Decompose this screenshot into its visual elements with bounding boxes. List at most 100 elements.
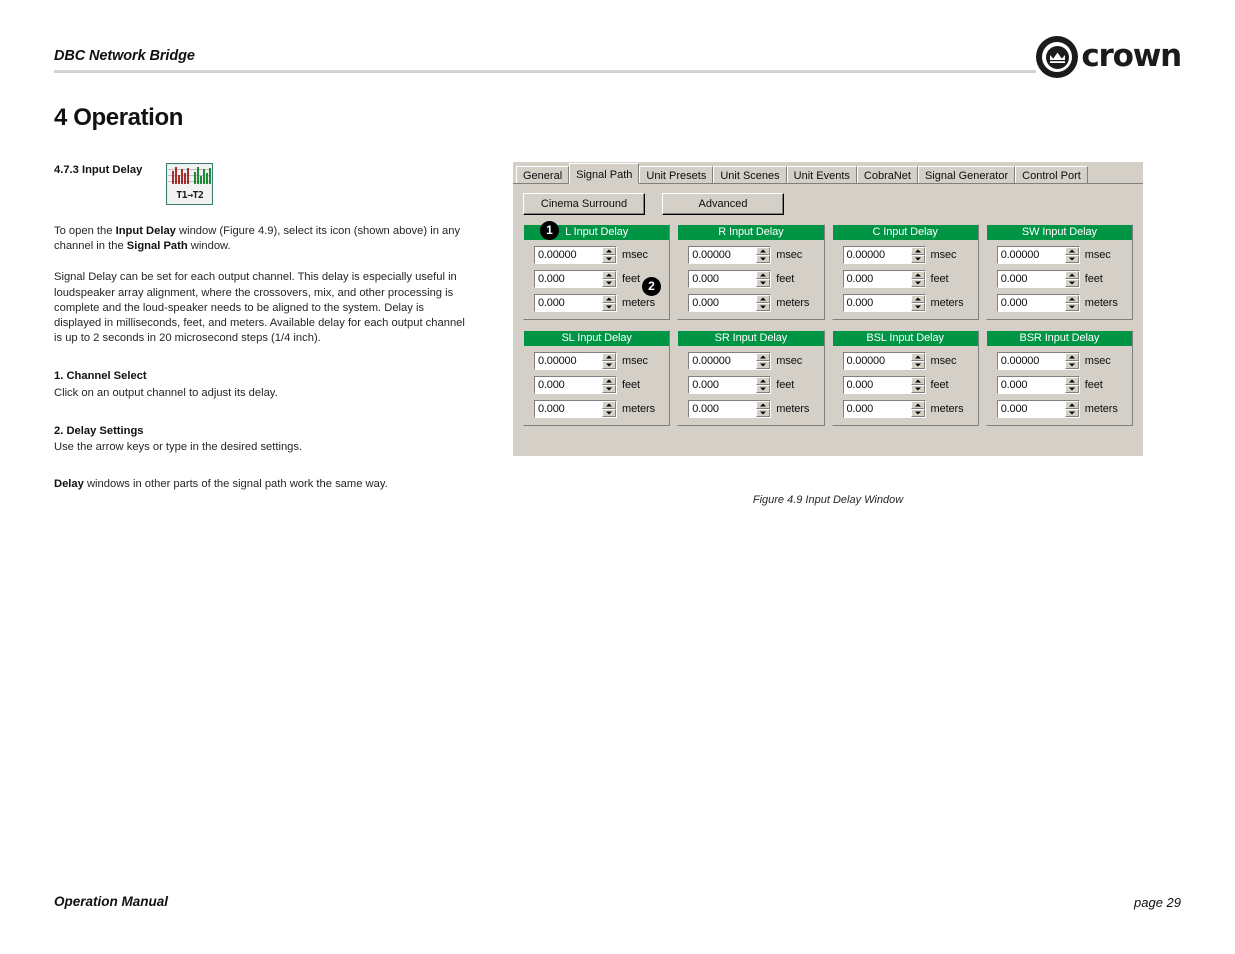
tab-control-port[interactable]: Control Port bbox=[1015, 166, 1088, 183]
delay-input-feet[interactable]: 0.000 bbox=[535, 271, 602, 287]
spinner-down-arrow-icon[interactable] bbox=[756, 303, 771, 311]
delay-input-msec[interactable]: 0.00000 bbox=[843, 353, 911, 369]
spinner-up-arrow-icon[interactable] bbox=[602, 377, 616, 385]
spinner-down-arrow-icon[interactable] bbox=[910, 409, 925, 417]
spinner-meters[interactable]: 0.000 bbox=[842, 294, 926, 312]
spinner-up-arrow-icon[interactable] bbox=[910, 401, 925, 409]
spinner-down-arrow-icon[interactable] bbox=[756, 361, 771, 369]
cinema-surround-button[interactable]: Cinema Surround bbox=[523, 193, 645, 215]
delay-input-feet[interactable]: 0.000 bbox=[843, 377, 911, 393]
spinner-up-arrow-icon[interactable] bbox=[602, 353, 616, 361]
delay-input-meters[interactable]: 0.000 bbox=[689, 401, 757, 417]
channel-header-r-input-delay[interactable]: R Input Delay bbox=[678, 225, 824, 240]
channel-panel-sl-input-delay[interactable]: SL Input Delay 0.00000 msec 0.000 feet 0.000 m… bbox=[523, 330, 671, 426]
channel-panel-r-input-delay[interactable]: R Input Delay 0.00000 msec 0.000 feet 0.000 me… bbox=[677, 224, 825, 320]
spinner-down-arrow-icon[interactable] bbox=[910, 303, 925, 311]
spinner-down-arrow-icon[interactable] bbox=[602, 279, 616, 287]
spinner-meters[interactable]: 0.000 bbox=[534, 294, 617, 312]
delay-input-meters[interactable]: 0.000 bbox=[997, 295, 1065, 311]
spinner-up-arrow-icon[interactable] bbox=[756, 401, 771, 409]
spinner-up-arrow-icon[interactable] bbox=[1064, 271, 1079, 279]
tab-unit-scenes[interactable]: Unit Scenes bbox=[713, 166, 787, 183]
delay-input-meters[interactable]: 0.000 bbox=[843, 295, 911, 311]
spinner-msec[interactable]: 0.00000 bbox=[688, 352, 772, 370]
spinner-down-arrow-icon[interactable] bbox=[1064, 361, 1079, 369]
spinner-up-arrow-icon[interactable] bbox=[756, 295, 771, 303]
delay-input-msec[interactable]: 0.00000 bbox=[689, 353, 757, 369]
spinner-feet[interactable]: 0.000 bbox=[842, 270, 926, 288]
channel-panel-bsl-input-delay[interactable]: BSL Input Delay 0.00000 msec 0.000 feet 0.000… bbox=[831, 330, 979, 426]
tab-cobranet[interactable]: CobraNet bbox=[856, 166, 918, 183]
spinner-feet[interactable]: 0.000 bbox=[842, 376, 926, 394]
delay-input-feet[interactable]: 0.000 bbox=[997, 271, 1065, 287]
spinner-up-arrow-icon[interactable] bbox=[1064, 295, 1079, 303]
tab-unit-events[interactable]: Unit Events bbox=[786, 166, 857, 183]
spinner-feet[interactable]: 0.000 bbox=[688, 376, 772, 394]
spinner-up-arrow-icon[interactable] bbox=[1064, 377, 1079, 385]
spinner-up-arrow-icon[interactable] bbox=[910, 271, 925, 279]
channel-panel-sw-input-delay[interactable]: SW Input Delay 0.00000 msec 0.000 feet 0.000 m… bbox=[985, 224, 1133, 320]
spinner-down-arrow-icon[interactable] bbox=[1064, 279, 1079, 287]
spinner-down-arrow-icon[interactable] bbox=[756, 279, 771, 287]
advanced-button[interactable]: Advanced bbox=[662, 193, 784, 215]
spinner-down-arrow-icon[interactable] bbox=[602, 409, 616, 417]
spinner-meters[interactable]: 0.000 bbox=[688, 294, 772, 312]
spinner-down-arrow-icon[interactable] bbox=[1064, 255, 1079, 263]
spinner-up-arrow-icon[interactable] bbox=[1064, 401, 1079, 409]
spinner-up-arrow-icon[interactable] bbox=[756, 247, 771, 255]
delay-input-feet[interactable]: 0.000 bbox=[843, 271, 911, 287]
channel-panel-sr-input-delay[interactable]: SR Input Delay 0.00000 msec 0.000 feet 0.000 m… bbox=[677, 330, 825, 426]
spinner-msec[interactable]: 0.00000 bbox=[842, 246, 926, 264]
spinner-up-arrow-icon[interactable] bbox=[602, 401, 616, 409]
spinner-down-arrow-icon[interactable] bbox=[1064, 303, 1079, 311]
delay-input-msec[interactable]: 0.00000 bbox=[535, 247, 602, 263]
delay-input-meters[interactable]: 0.000 bbox=[843, 401, 911, 417]
spinner-up-arrow-icon[interactable] bbox=[602, 247, 616, 255]
spinner-up-arrow-icon[interactable] bbox=[756, 377, 771, 385]
channel-panel-c-input-delay[interactable]: C Input Delay 0.00000 msec 0.000 feet 0.000 me… bbox=[831, 224, 979, 320]
spinner-msec[interactable]: 0.00000 bbox=[996, 352, 1080, 370]
spinner-down-arrow-icon[interactable] bbox=[756, 385, 771, 393]
delay-input-meters[interactable]: 0.000 bbox=[535, 401, 602, 417]
channel-header-sl-input-delay[interactable]: SL Input Delay bbox=[524, 331, 670, 346]
tab-signal-generator[interactable]: Signal Generator bbox=[917, 166, 1016, 183]
spinner-up-arrow-icon[interactable] bbox=[756, 353, 771, 361]
spinner-meters[interactable]: 0.000 bbox=[996, 294, 1080, 312]
spinner-feet[interactable]: 0.000 bbox=[534, 270, 617, 288]
spinner-feet[interactable]: 0.000 bbox=[534, 376, 617, 394]
spinner-down-arrow-icon[interactable] bbox=[1064, 409, 1079, 417]
spinner-down-arrow-icon[interactable] bbox=[602, 361, 616, 369]
spinner-up-arrow-icon[interactable] bbox=[602, 271, 616, 279]
spinner-up-arrow-icon[interactable] bbox=[910, 295, 925, 303]
spinner-feet[interactable]: 0.000 bbox=[996, 376, 1080, 394]
channel-header-bsr-input-delay[interactable]: BSR Input Delay bbox=[986, 331, 1132, 346]
tab-signal-path[interactable]: Signal Path bbox=[569, 163, 640, 184]
spinner-meters[interactable]: 0.000 bbox=[534, 400, 617, 418]
channel-header-sw-input-delay[interactable]: SW Input Delay bbox=[986, 225, 1132, 240]
spinner-down-arrow-icon[interactable] bbox=[602, 303, 616, 311]
spinner-meters[interactable]: 0.000 bbox=[842, 400, 926, 418]
spinner-down-arrow-icon[interactable] bbox=[910, 279, 925, 287]
tab-unit-presets[interactable]: Unit Presets bbox=[639, 166, 714, 183]
spinner-msec[interactable]: 0.00000 bbox=[534, 246, 617, 264]
delay-input-feet[interactable]: 0.000 bbox=[997, 377, 1065, 393]
spinner-meters[interactable]: 0.000 bbox=[996, 400, 1080, 418]
spinner-feet[interactable]: 0.000 bbox=[996, 270, 1080, 288]
spinner-down-arrow-icon[interactable] bbox=[756, 255, 771, 263]
delay-input-feet[interactable]: 0.000 bbox=[535, 377, 602, 393]
spinner-meters[interactable]: 0.000 bbox=[688, 400, 772, 418]
delay-input-msec[interactable]: 0.00000 bbox=[535, 353, 602, 369]
spinner-down-arrow-icon[interactable] bbox=[1064, 385, 1079, 393]
spinner-up-arrow-icon[interactable] bbox=[756, 271, 771, 279]
spinner-feet[interactable]: 0.000 bbox=[688, 270, 772, 288]
spinner-up-arrow-icon[interactable] bbox=[910, 353, 925, 361]
spinner-up-arrow-icon[interactable] bbox=[1064, 247, 1079, 255]
tab-general[interactable]: General bbox=[516, 166, 570, 183]
delay-input-msec[interactable]: 0.00000 bbox=[689, 247, 757, 263]
channel-panel-l-input-delay[interactable]: L Input Delay 0.00000 msec 0.000 feet 0.000 me… bbox=[523, 221, 671, 320]
spinner-up-arrow-icon[interactable] bbox=[910, 377, 925, 385]
delay-input-msec[interactable]: 0.00000 bbox=[843, 247, 911, 263]
delay-input-meters[interactable]: 0.000 bbox=[689, 295, 757, 311]
channel-header-bsl-input-delay[interactable]: BSL Input Delay bbox=[832, 331, 978, 346]
channel-header-c-input-delay[interactable]: C Input Delay bbox=[832, 225, 978, 240]
